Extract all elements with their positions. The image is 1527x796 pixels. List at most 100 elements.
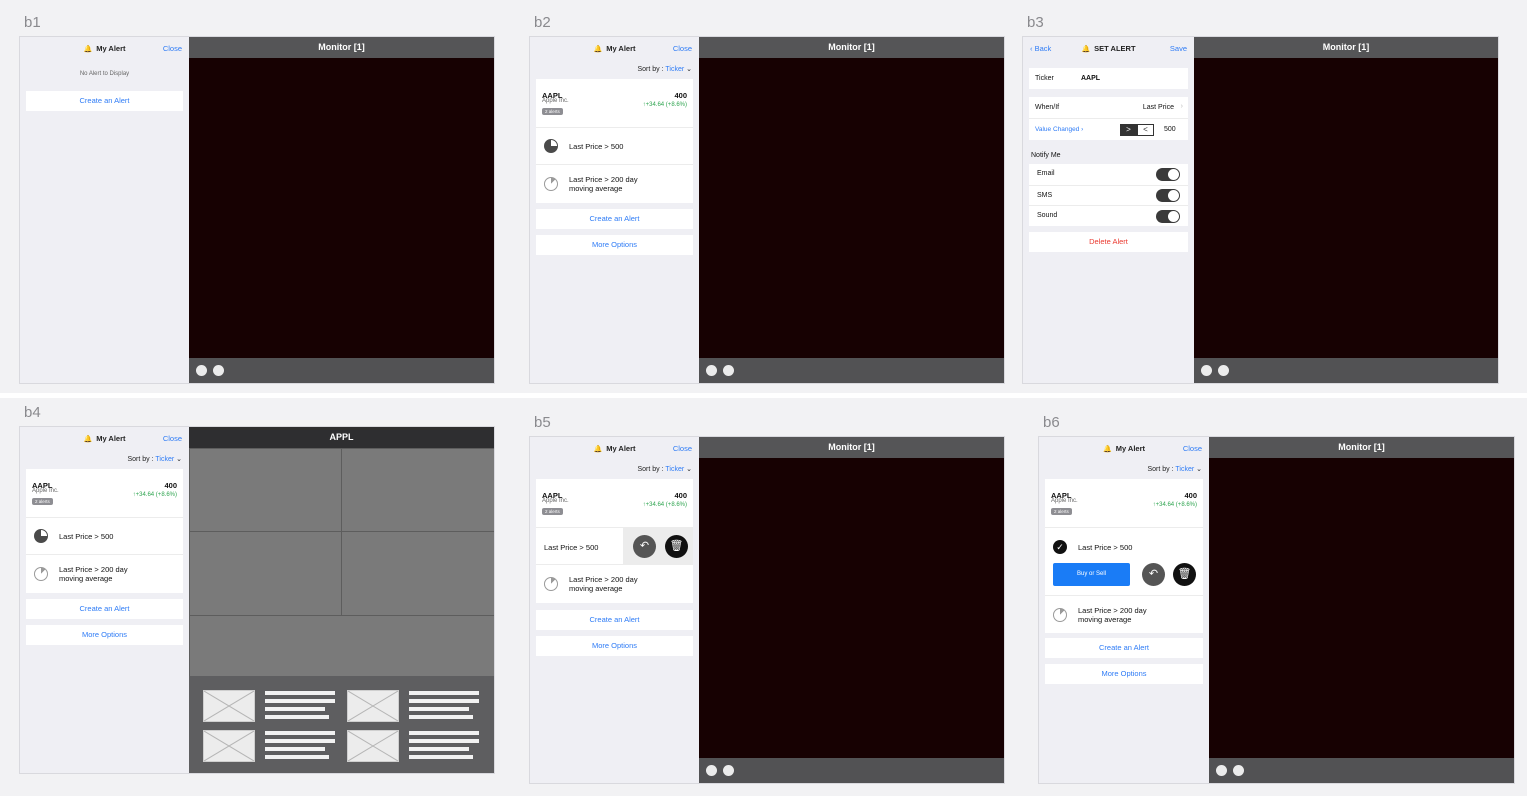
frame-label-b1: b1 bbox=[24, 14, 41, 31]
alert-row[interactable]: Last Price > 500 bbox=[26, 517, 183, 554]
more-options-button[interactable]: More Options bbox=[26, 625, 183, 645]
text-line bbox=[409, 747, 469, 751]
create-alert-button[interactable]: Create an Alert bbox=[1045, 638, 1203, 658]
page-dot[interactable] bbox=[1201, 365, 1212, 376]
create-alert-button[interactable]: Create an Alert bbox=[536, 209, 693, 229]
delete-alert-button[interactable]: Delete Alert bbox=[1029, 232, 1188, 252]
trash-icon[interactable]: 🗑 bbox=[665, 535, 688, 558]
save-button[interactable]: Save bbox=[1170, 44, 1187, 53]
text-line bbox=[265, 707, 325, 711]
when-row[interactable]: When/If Last Price › bbox=[1029, 97, 1188, 118]
chevron-down-icon: ⌄ bbox=[176, 456, 182, 463]
stock-company: Apple Inc. bbox=[32, 488, 59, 494]
sort-by[interactable]: Sort by : Ticker ⌄ bbox=[637, 65, 692, 73]
page-dot[interactable] bbox=[723, 365, 734, 376]
create-alert-button[interactable]: Create an Alert bbox=[536, 610, 693, 630]
trash-icon[interactable]: 🗑 bbox=[1173, 563, 1196, 586]
text-line bbox=[409, 699, 479, 703]
value-changed-label: Value Changed bbox=[1035, 126, 1080, 133]
frame-b1: 🔔 My Alert Close No Alert to Display Crea… bbox=[19, 36, 495, 384]
text-line bbox=[409, 707, 469, 711]
page-dot[interactable] bbox=[723, 765, 734, 776]
frame-b6: 🔔 My Alert Close Sort by : Ticker ⌄ AAPL … bbox=[1038, 436, 1515, 784]
greater-than-toggle[interactable]: > bbox=[1120, 124, 1137, 136]
email-label: Email bbox=[1037, 170, 1055, 177]
page-dot[interactable] bbox=[1216, 765, 1227, 776]
notify-heading: Notify Me bbox=[1031, 152, 1061, 159]
page-dot[interactable] bbox=[706, 765, 717, 776]
close-button[interactable]: Close bbox=[1183, 444, 1202, 453]
more-options-button[interactable]: More Options bbox=[536, 235, 693, 255]
set-alert-sidebar: ‹ Back 🔔 SET ALERT Save Ticker AAPL When/… bbox=[1023, 37, 1194, 383]
sort-by[interactable]: Sort by : Ticker ⌄ bbox=[637, 465, 692, 473]
page-dot[interactable] bbox=[706, 365, 717, 376]
stock-change: ↑+34.64 (+8.6%) bbox=[1152, 502, 1197, 508]
chart-placeholder[interactable] bbox=[189, 531, 342, 616]
monitor-footer bbox=[699, 358, 1004, 383]
pie-progress-icon bbox=[544, 577, 558, 591]
alert-condition-cont: moving average bbox=[569, 584, 623, 593]
alert-count-badge: 2 alerts bbox=[542, 508, 563, 515]
ticker-row[interactable]: Ticker AAPL bbox=[1029, 68, 1188, 89]
sms-toggle[interactable] bbox=[1156, 189, 1180, 202]
reply-icon[interactable]: ↶ bbox=[633, 535, 656, 558]
more-options-button[interactable]: More Options bbox=[1045, 664, 1203, 684]
alert-row[interactable]: Last Price > 500 bbox=[536, 127, 693, 164]
stock-price: 400 bbox=[674, 91, 687, 100]
stock-price: 400 bbox=[1184, 491, 1197, 500]
email-toggle[interactable] bbox=[1156, 168, 1180, 181]
reply-icon[interactable]: ↶ bbox=[1142, 563, 1165, 586]
page-dot[interactable] bbox=[1218, 365, 1229, 376]
page-dot[interactable] bbox=[213, 365, 224, 376]
bell-icon: 🔔 bbox=[1102, 446, 1112, 453]
chart-placeholder[interactable] bbox=[189, 448, 342, 532]
alert-row-triggered[interactable]: ✓ Last Price > 500 Buy or Sell ↶ 🗑 bbox=[1045, 527, 1203, 595]
alert-row[interactable]: Last Price > 200 day moving average bbox=[536, 164, 693, 203]
close-button[interactable]: Close bbox=[163, 44, 182, 53]
value-changed-row[interactable]: Value Changed › > < 500 bbox=[1029, 118, 1188, 140]
chart-placeholder[interactable] bbox=[341, 531, 494, 616]
alert-condition-cont: moving average bbox=[59, 574, 113, 583]
page-dot[interactable] bbox=[1233, 765, 1244, 776]
chart-placeholder[interactable] bbox=[341, 448, 494, 532]
create-alert-button[interactable]: Create an Alert bbox=[26, 91, 183, 111]
page-dot[interactable] bbox=[196, 365, 207, 376]
notify-sound-row: Sound bbox=[1029, 205, 1188, 226]
bell-icon: 🔔 bbox=[593, 46, 603, 53]
buy-sell-button[interactable]: Buy or Sell bbox=[1053, 563, 1130, 586]
stock-card[interactable]: AAPL Apple Inc. 2 alerts 400 ↑+34.64 (+8… bbox=[1045, 479, 1203, 527]
alert-row[interactable]: Last Price > 200 day moving average bbox=[536, 564, 693, 603]
less-than-toggle[interactable]: < bbox=[1137, 124, 1154, 136]
sidebar-title: My Alert bbox=[606, 444, 636, 453]
chevron-right-icon: › bbox=[1180, 103, 1183, 110]
create-alert-button[interactable]: Create an Alert bbox=[26, 599, 183, 619]
alert-row[interactable]: Last Price > 200 day moving average bbox=[26, 554, 183, 593]
bell-icon: 🔔 bbox=[1081, 46, 1091, 53]
sidebar-header: 🔔 My Alert Close bbox=[1039, 437, 1209, 459]
pie-progress-icon bbox=[34, 567, 48, 581]
sidebar-header: 🔔 My Alert Close bbox=[530, 437, 699, 459]
sort-by[interactable]: Sort by : Ticker ⌄ bbox=[127, 455, 182, 463]
sort-by[interactable]: Sort by : Ticker ⌄ bbox=[1147, 465, 1202, 473]
close-button[interactable]: Close bbox=[163, 434, 182, 443]
image-placeholder-icon bbox=[347, 690, 399, 722]
swipe-actions: ↶ 🗑 bbox=[623, 528, 693, 565]
close-button[interactable]: Close bbox=[673, 44, 692, 53]
stock-card[interactable]: AAPL Apple Inc. 2 alerts 400 ↑+34.64 (+8… bbox=[536, 79, 693, 127]
sound-label: Sound bbox=[1037, 212, 1058, 219]
stock-card[interactable]: AAPL Apple Inc. 2 alerts 400 ↑+34.64 (+8… bbox=[26, 469, 183, 517]
alert-row[interactable]: Last Price > 200 day moving average bbox=[1045, 595, 1203, 633]
alert-condition: Last Price > 500 bbox=[1078, 543, 1133, 552]
frame-b5: 🔔 My Alert Close Sort by : Ticker ⌄ AAPL … bbox=[529, 436, 1005, 784]
sound-toggle[interactable] bbox=[1156, 210, 1180, 223]
stock-card[interactable]: AAPL Apple Inc. 2 alerts 400 ↑+34.64 (+8… bbox=[536, 479, 693, 527]
sidebar-title: SET ALERT bbox=[1094, 44, 1136, 53]
close-button[interactable]: Close bbox=[673, 444, 692, 453]
text-line bbox=[265, 691, 335, 695]
alert-row-swiped[interactable]: Last Price > 500 ↶ 🗑 bbox=[536, 527, 693, 565]
chevron-down-icon: ⌄ bbox=[686, 66, 692, 73]
more-options-button[interactable]: More Options bbox=[536, 636, 693, 656]
chart-placeholder[interactable] bbox=[189, 615, 494, 677]
alert-sidebar: 🔔 My Alert Close No Alert to Display Crea… bbox=[20, 37, 189, 383]
threshold-value[interactable]: 500 bbox=[1164, 126, 1176, 133]
